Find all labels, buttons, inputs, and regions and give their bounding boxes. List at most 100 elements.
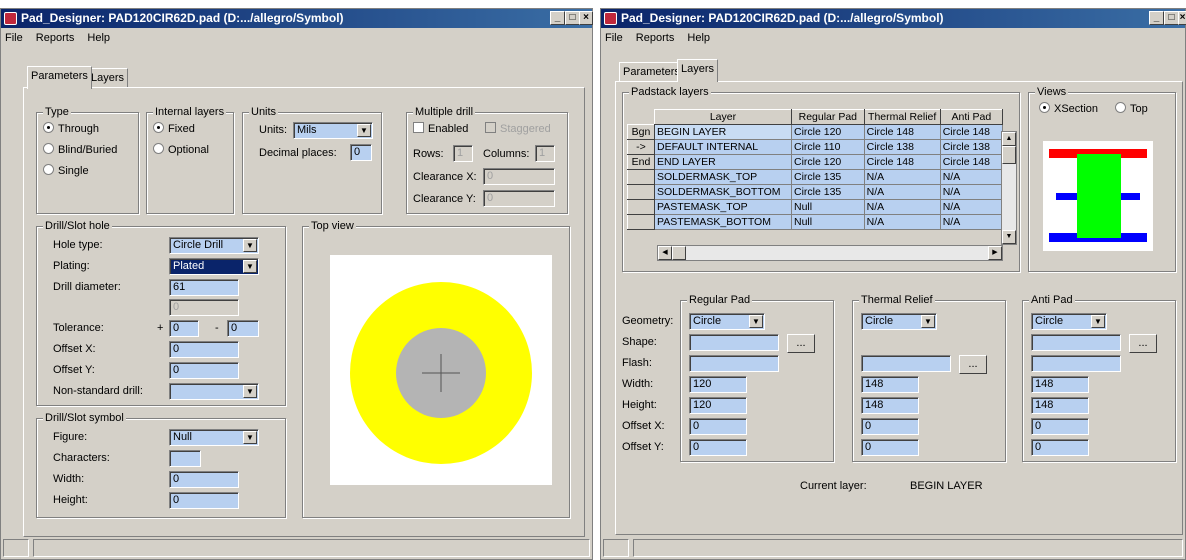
table-row[interactable]: -> DEFAULT INTERNAL Circle 110 Circle 13… xyxy=(627,139,1004,155)
thermal-flash-browse-button[interactable]: ... xyxy=(959,355,987,374)
menu-reports[interactable]: Reports xyxy=(636,32,675,44)
cell-layer[interactable]: PASTEMASK_BOTTOM xyxy=(653,214,792,230)
anti-offset-y-input[interactable]: 0 xyxy=(1031,439,1089,456)
non-standard-drill-select[interactable]: ▼ xyxy=(169,383,259,400)
col-layer-header[interactable]: Layer xyxy=(653,109,792,125)
symbol-height-input[interactable]: 0 xyxy=(169,492,239,509)
enabled-checkbox[interactable]: Enabled xyxy=(413,122,468,135)
col-anti-header[interactable]: Anti Pad xyxy=(939,109,1004,125)
cell-thermal[interactable]: Circle 148 xyxy=(863,154,941,170)
cell-anti[interactable]: Circle 148 xyxy=(939,124,1004,140)
thermal-width-input[interactable]: 148 xyxy=(861,376,919,393)
type-through-radio[interactable]: Through xyxy=(43,122,99,135)
figure-select[interactable]: Null ▼ xyxy=(169,429,259,446)
scroll-thumb[interactable] xyxy=(672,246,686,260)
table-row[interactable]: End END LAYER Circle 120 Circle 148 Circ… xyxy=(627,154,1004,170)
cell-anti[interactable]: Circle 138 xyxy=(939,139,1004,155)
internal-fixed-radio[interactable]: Fixed xyxy=(153,122,195,135)
minimize-icon[interactable]: _ xyxy=(1149,11,1164,25)
cell-anti[interactable]: Circle 148 xyxy=(939,154,1004,170)
regular-shape-browse-button[interactable]: ... xyxy=(787,334,815,353)
cell-layer[interactable]: DEFAULT INTERNAL xyxy=(653,139,792,155)
columns-input[interactable]: 1 xyxy=(535,145,555,162)
cell-thermal[interactable]: N/A xyxy=(863,169,941,185)
menu-help[interactable]: Help xyxy=(687,32,710,44)
chevron-down-icon[interactable]: ▼ xyxy=(357,124,371,137)
tab-parameters[interactable]: Parameters xyxy=(27,66,92,89)
cell-layer[interactable]: SOLDERMASK_TOP xyxy=(653,169,792,185)
cell-regular[interactable]: Circle 110 xyxy=(790,139,865,155)
units-select[interactable]: Mils ▼ xyxy=(293,122,373,139)
minimize-icon[interactable]: _ xyxy=(550,11,565,25)
close-icon[interactable]: × xyxy=(1178,11,1186,25)
characters-input[interactable] xyxy=(169,450,201,467)
cell-layer[interactable]: PASTEMASK_TOP xyxy=(653,199,792,215)
row-button[interactable] xyxy=(627,184,655,200)
chevron-down-icon[interactable]: ▼ xyxy=(243,385,257,398)
cell-thermal[interactable]: N/A xyxy=(863,199,941,215)
chevron-down-icon[interactable]: ▼ xyxy=(243,260,257,273)
menu-help[interactable]: Help xyxy=(87,32,110,44)
offset-x-input[interactable]: 0 xyxy=(169,341,239,358)
cell-regular[interactable]: Circle 135 xyxy=(790,184,865,200)
chevron-down-icon[interactable]: ▼ xyxy=(243,239,257,252)
tab-layers[interactable]: Layers xyxy=(87,68,129,89)
cell-regular[interactable]: Circle 135 xyxy=(790,169,865,185)
clearance-y-input[interactable]: 0 xyxy=(483,190,555,207)
table-horizontal-scrollbar[interactable]: ◀ ▶ xyxy=(657,245,1003,261)
regular-geometry-select[interactable]: Circle ▼ xyxy=(689,313,765,330)
tolerance-plus-input[interactable]: 0 xyxy=(169,320,199,337)
cell-anti[interactable]: N/A xyxy=(939,169,1004,185)
tolerance-minus-input[interactable]: 0 xyxy=(227,320,259,337)
table-row[interactable]: PASTEMASK_BOTTOM Null N/A N/A xyxy=(627,214,1004,230)
table-row[interactable]: PASTEMASK_TOP Null N/A N/A xyxy=(627,199,1004,215)
anti-shape-browse-button[interactable]: ... xyxy=(1129,334,1157,353)
symbol-width-input[interactable]: 0 xyxy=(169,471,239,488)
regular-offset-x-input[interactable]: 0 xyxy=(689,418,747,435)
chevron-down-icon[interactable]: ▼ xyxy=(921,315,935,328)
maximize-icon[interactable]: □ xyxy=(1164,11,1179,25)
thermal-offset-x-input[interactable]: 0 xyxy=(861,418,919,435)
decimal-places-input[interactable]: 0 xyxy=(350,144,372,161)
chevron-down-icon[interactable]: ▼ xyxy=(243,431,257,444)
cell-thermal[interactable]: N/A xyxy=(863,184,941,200)
cell-thermal[interactable]: Circle 138 xyxy=(863,139,941,155)
left-title-bar[interactable]: Pad_Designer: PAD120CIR62D.pad (D:.../al… xyxy=(1,9,593,28)
regular-width-input[interactable]: 120 xyxy=(689,376,747,393)
col-regular-header[interactable]: Regular Pad xyxy=(790,109,865,125)
top-radio[interactable]: Top xyxy=(1115,102,1148,115)
menu-reports[interactable]: Reports xyxy=(36,32,75,44)
anti-width-input[interactable]: 148 xyxy=(1031,376,1089,393)
regular-height-input[interactable]: 120 xyxy=(689,397,747,414)
type-single-radio[interactable]: Single xyxy=(43,164,89,177)
cell-thermal[interactable]: Circle 148 xyxy=(863,124,941,140)
clearance-x-input[interactable]: 0 xyxy=(483,168,555,185)
right-title-bar[interactable]: Pad_Designer: PAD120CIR62D.pad (D:.../al… xyxy=(601,9,1186,28)
maximize-icon[interactable]: □ xyxy=(565,11,580,25)
anti-offset-x-input[interactable]: 0 xyxy=(1031,418,1089,435)
anti-geometry-select[interactable]: Circle ▼ xyxy=(1031,313,1107,330)
regular-offset-y-input[interactable]: 0 xyxy=(689,439,747,456)
cell-layer[interactable]: BEGIN LAYER xyxy=(653,124,792,140)
row-button[interactable] xyxy=(627,214,655,230)
table-row[interactable]: Bgn BEGIN LAYER Circle 120 Circle 148 Ci… xyxy=(627,124,1004,140)
regular-flash-input[interactable] xyxy=(689,355,779,372)
thermal-flash-input[interactable] xyxy=(861,355,951,372)
scroll-up-icon[interactable]: ▲ xyxy=(1002,132,1016,146)
scroll-thumb[interactable] xyxy=(1002,146,1016,164)
row-button-bgn[interactable]: Bgn xyxy=(627,124,655,140)
anti-height-input[interactable]: 148 xyxy=(1031,397,1089,414)
menu-file[interactable]: File xyxy=(605,32,623,44)
staggered-checkbox[interactable]: Staggered xyxy=(485,122,551,135)
table-row[interactable]: SOLDERMASK_TOP Circle 135 N/A N/A xyxy=(627,169,1004,185)
tab-parameters[interactable]: Parameters xyxy=(619,62,684,83)
cell-anti[interactable]: N/A xyxy=(939,184,1004,200)
hole-type-select[interactable]: Circle Drill ▼ xyxy=(169,237,259,254)
row-button-end[interactable]: End xyxy=(627,154,655,170)
row-button-default[interactable]: -> xyxy=(627,139,655,155)
scroll-left-icon[interactable]: ◀ xyxy=(658,246,672,260)
chevron-down-icon[interactable]: ▼ xyxy=(1091,315,1105,328)
scroll-down-icon[interactable]: ▼ xyxy=(1002,230,1016,244)
cell-regular[interactable]: Null xyxy=(790,214,865,230)
menu-file[interactable]: File xyxy=(5,32,23,44)
